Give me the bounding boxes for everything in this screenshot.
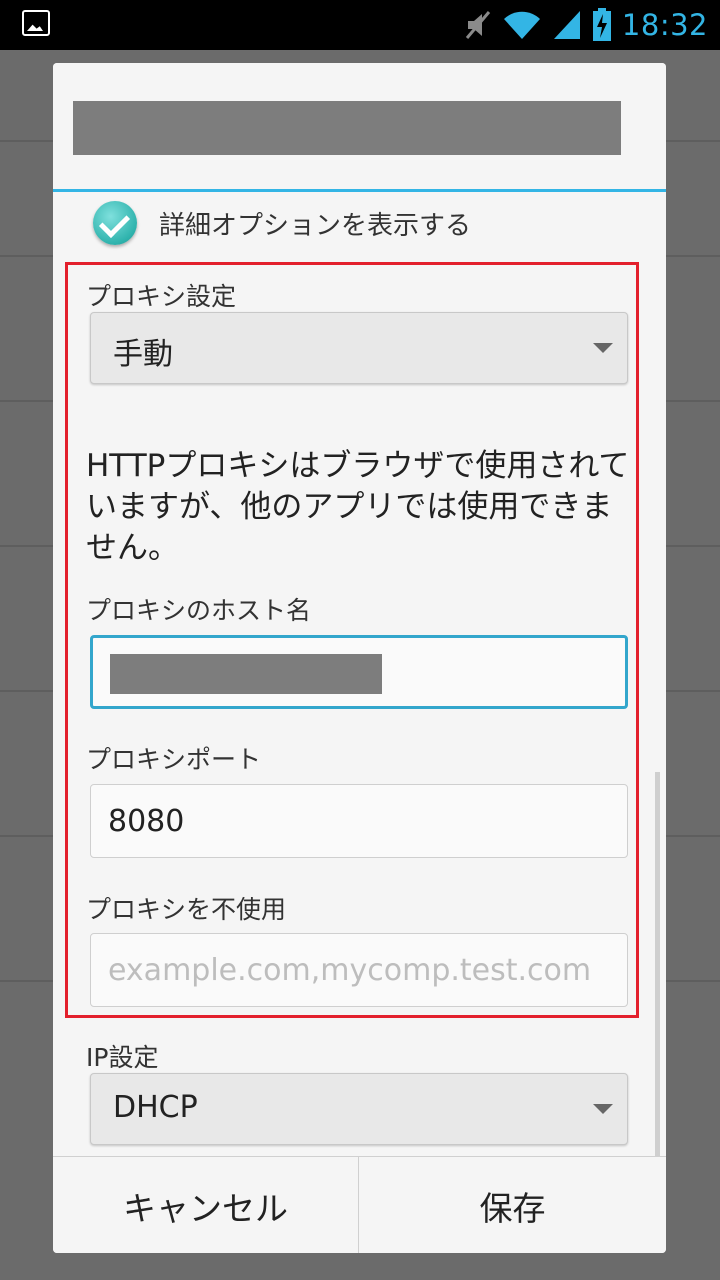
wifi-config-dialog: 詳細オプションを表示する プロキシ設定 手動 HTTPプロキシはブラウザで使用さ… [53, 63, 666, 1253]
proxy-bypass-label: プロキシを不使用 [86, 895, 287, 924]
clock: 18:32 [621, 8, 708, 42]
dropdown-arrow-icon [593, 1104, 613, 1114]
proxy-host-input[interactable] [90, 635, 628, 709]
battery-charging-icon [592, 8, 611, 41]
proxy-settings-label: プロキシ設定 [86, 282, 237, 311]
proxy-warning-message: HTTPプロキシはブラウザで使用されていますが、他のアプリでは使用できません。 [86, 448, 630, 566]
proxy-port-input[interactable] [90, 784, 628, 858]
proxy-settings-value: 手動 [113, 337, 173, 372]
advanced-options-checkbox[interactable] [93, 201, 137, 245]
advanced-options-row[interactable]: 詳細オプションを表示する [93, 198, 471, 248]
redacted-host-value [110, 654, 382, 694]
redacted-network-name [73, 101, 621, 155]
ip-settings-label: IP設定 [86, 1043, 159, 1072]
mute-icon [465, 11, 491, 39]
dropdown-arrow-icon [593, 343, 613, 353]
proxy-port-label: プロキシポート [86, 745, 262, 774]
image-notification-icon [22, 10, 50, 36]
advanced-options-label: 詳細オプションを表示する [159, 210, 472, 241]
save-button[interactable]: 保存 [359, 1157, 666, 1253]
dialog-title-bar [53, 63, 666, 191]
status-icons: 18:32 [464, 6, 708, 44]
proxy-host-label: プロキシのホスト名 [86, 596, 312, 625]
proxy-bypass-input[interactable] [90, 933, 628, 1007]
cancel-button[interactable]: キャンセル [53, 1157, 359, 1253]
signal-icon [553, 11, 580, 39]
ip-settings-spinner[interactable]: DHCP [90, 1073, 628, 1145]
scrollbar[interactable] [655, 772, 660, 1156]
ip-settings-value: DHCP [113, 1090, 198, 1125]
wifi-icon [503, 11, 540, 39]
dialog-button-bar: キャンセル 保存 [53, 1156, 666, 1253]
status-bar: 18:32 [0, 0, 720, 50]
proxy-settings-spinner[interactable]: 手動 [90, 312, 628, 384]
